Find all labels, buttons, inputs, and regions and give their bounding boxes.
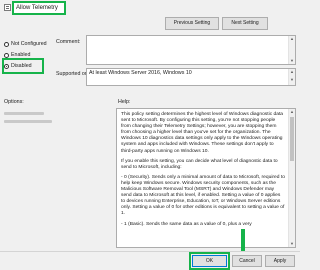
help-label: Help: — [118, 99, 131, 105]
radio-not-configured-indicator[interactable] — [4, 41, 9, 47]
help-text-box[interactable]: This policy setting determines the highe… — [116, 108, 296, 248]
help-scroll-down-arrow[interactable]: ▼ — [289, 241, 295, 247]
policy-icon — [4, 4, 11, 11]
comment-field[interactable]: ▲ ▼ — [86, 35, 296, 65]
help-paragraph: If you enable this setting, you can deci… — [121, 158, 278, 170]
options-label: Options: — [4, 99, 24, 105]
footer-separator — [0, 251, 300, 252]
comment-label: Comment: — [56, 39, 81, 45]
radio-enabled-indicator[interactable] — [4, 52, 9, 58]
cancel-button[interactable]: Cancel — [232, 255, 262, 267]
supported-scrollbar[interactable]: ▲ ▼ — [288, 69, 295, 85]
supported-on-value: At least Windows Server 2016, Windows 10 — [89, 70, 192, 76]
help-paragraph: - 1 (Basic). Sends the same data as a va… — [121, 221, 252, 227]
apply-button[interactable]: Apply — [265, 255, 295, 267]
radio-not-configured[interactable]: Not Configured — [4, 40, 50, 48]
comment-scroll-down-arrow[interactable]: ▼ — [289, 58, 295, 64]
help-paragraph: This policy setting determines the highe… — [121, 112, 284, 154]
supported-scroll-down-arrow[interactable]: ▼ — [289, 77, 295, 85]
next-setting-button[interactable]: Next Setting — [222, 17, 268, 30]
help-scroll-up-arrow[interactable]: ▲ — [289, 109, 295, 115]
comment-scrollbar[interactable]: ▲ ▼ — [288, 36, 295, 64]
supported-on-label: Supported on: — [56, 71, 90, 77]
comment-scroll-up-arrow[interactable]: ▲ — [289, 36, 295, 42]
help-scrollbar[interactable]: ▲ ▼ — [288, 109, 295, 247]
help-scroll-thumb[interactable] — [290, 117, 294, 161]
green-annotation-mark — [241, 229, 245, 251]
ok-button-highlight — [189, 252, 230, 270]
supported-on-field: At least Windows Server 2016, Windows 10… — [86, 68, 296, 86]
comment-value — [87, 36, 295, 38]
supported-scroll-up-arrow[interactable]: ▲ — [289, 69, 295, 77]
previous-setting-button[interactable]: Previous Setting — [165, 17, 219, 30]
policy-title-highlight — [12, 1, 66, 15]
radio-not-configured-label: Not Configured — [11, 41, 47, 47]
help-paragraph: - 0 (Security). Sends only a minimal amo… — [121, 174, 285, 217]
options-pane-obscured — [4, 112, 44, 115]
options-pane-obscured — [4, 120, 52, 123]
disabled-option-highlight — [2, 58, 44, 74]
